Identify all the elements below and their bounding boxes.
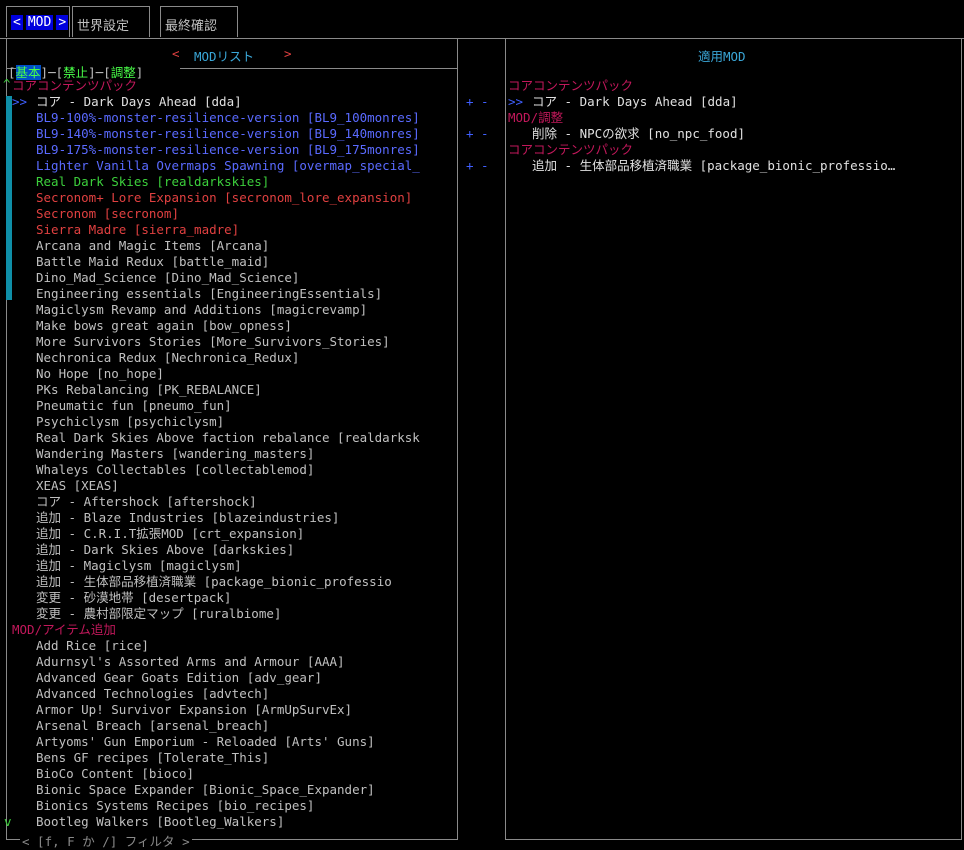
filter-hint[interactable]: < [f, F か /] フィルタ > — [20, 831, 192, 850]
active-mod-item[interactable]: コア - Dark Days Ahead [dda] — [532, 94, 738, 110]
mod-list-item[interactable]: Battle Maid Redux [battle_maid] — [36, 254, 269, 270]
mod-list-item[interactable]: Engineering essentials [EngineeringEssen… — [36, 286, 382, 302]
mod-list-item[interactable]: Arcana and Magic Items [Arcana] — [36, 238, 269, 254]
mod-list-item[interactable]: Arsenal Breach [arsenal_breach] — [36, 718, 269, 734]
mod-list-item[interactable]: Lighter Vanilla Overmaps Spawning [overm… — [36, 158, 420, 174]
scrollbar-thumb[interactable] — [6, 96, 12, 300]
scroll-up-indicator[interactable]: ^ — [3, 76, 11, 91]
mod-list-item[interactable]: Magiclysm Revamp and Additions [magicrev… — [36, 302, 367, 318]
mod-list-item[interactable]: Secronom [secronom] — [36, 206, 179, 222]
mod-list-item[interactable]: Make bows great again [bow_opness] — [36, 318, 292, 334]
mod-category-header: コアコンテンツパック — [12, 78, 138, 93]
mod-list-item[interactable]: Bens GF recipes [Tolerate_This] — [36, 750, 269, 766]
mod-list-item[interactable]: BL9-140%-monster-resilience-version [BL9… — [36, 126, 420, 142]
mod-list-item[interactable]: Nechronica Redux [Nechronica_Redux] — [36, 350, 299, 366]
mod-list-item[interactable]: Artyoms' Gun Emporium - Reloaded [Arts' … — [36, 734, 375, 750]
mod-list-item[interactable]: Real Dark Skies [realdarkskies] — [36, 174, 269, 190]
mod-list-item[interactable]: Pneumatic fun [pneumo_fun] — [36, 398, 232, 414]
tab-next-arrow[interactable]: > — [56, 15, 69, 30]
active-category-header: コアコンテンツパック — [508, 78, 634, 93]
active-mod-item[interactable]: 削除 - NPCの欲求 [no_npc_food] — [532, 126, 745, 142]
tab-mod-label: MOD — [25, 15, 54, 30]
mod-list-item[interactable]: Bionics Systems Recipes [bio_recipes] — [36, 798, 314, 814]
mod-list-item[interactable]: Whaleys Collectables [collectablemod] — [36, 462, 314, 478]
frame-divider-left — [457, 38, 458, 840]
reorder-control[interactable]: + - — [466, 126, 489, 142]
active-mod-item[interactable]: 追加 - 生体部品移植済職業 [package_bionic_professio… — [532, 158, 895, 174]
mod-list-item[interactable]: 追加 - 生体部品移植済職業 [package_bionic_professio — [36, 574, 392, 590]
frame-right — [961, 38, 962, 840]
mod-list-title: MODリスト — [194, 49, 255, 64]
mod-list-item[interactable]: Add Rice [rice] — [36, 638, 149, 654]
active-category-header: コアコンテンツパック — [508, 142, 634, 157]
mod-list-item[interactable]: Advanced Gear Goats Edition [adv_gear] — [36, 670, 322, 686]
mod-list-item[interactable]: Bionic Space Expander [Bionic_Space_Expa… — [36, 782, 375, 798]
mod-list-item[interactable]: XEAS [XEAS] — [36, 478, 119, 494]
mod-list-item[interactable]: BL9-100%-monster-resilience-version [BL9… — [36, 110, 420, 126]
mod-list-item[interactable]: Wandering Masters [wandering_masters] — [36, 446, 314, 462]
mod-category-header: MOD/アイテム追加 — [12, 622, 116, 637]
active-category-header: MOD/調整 — [508, 110, 564, 125]
mod-list-item[interactable]: No Hope [no_hope] — [36, 366, 164, 382]
mod-list-item[interactable]: 追加 - Magiclysm [magiclysm] — [36, 558, 242, 574]
tab-mod[interactable]: < MOD > — [6, 6, 70, 37]
mod-list-item[interactable]: 追加 - C.R.I.T拡張MOD [crt_expansion] — [36, 526, 304, 542]
filter-line-right — [180, 68, 457, 69]
active-mods-title: 適用MOD — [698, 49, 746, 64]
tab-prev-arrow[interactable]: < — [11, 15, 23, 30]
frame-top — [0, 38, 964, 39]
frame-bottom-right — [505, 839, 962, 840]
scroll-down-indicator[interactable]: v — [4, 814, 12, 829]
selection-cursor: >> — [12, 94, 28, 109]
mod-list-item[interactable]: PKs Rebalancing [PK_REBALANCE] — [36, 382, 262, 398]
mod-list-item[interactable]: Secronom+ Lore Expansion [secronom_lore_… — [36, 190, 412, 206]
active-selection-cursor: >> — [508, 94, 524, 109]
tab-final-confirm[interactable]: 最終確認 — [160, 6, 238, 37]
mod-list-prev[interactable]: < — [172, 46, 180, 61]
mod-list-item[interactable]: More Survivors Stories [More_Survivors_S… — [36, 334, 390, 350]
mod-list-item[interactable]: 変更 - 農村部限定マップ [ruralbiome] — [36, 606, 281, 622]
reorder-control[interactable]: + - — [466, 94, 489, 110]
mod-list-item[interactable]: Bootleg Walkers [Bootleg_Walkers] — [36, 814, 284, 830]
mod-list-item[interactable]: 変更 - 砂漠地帯 [desertpack] — [36, 590, 231, 606]
reorder-control[interactable]: + - — [466, 158, 489, 174]
mod-list-item[interactable]: Psychiclysm [psychiclysm] — [36, 414, 224, 430]
mod-list-item[interactable]: 追加 - Blaze Industries [blazeindustries] — [36, 510, 339, 526]
mod-list-item[interactable]: BL9-175%-monster-resilience-version [BL9… — [36, 142, 420, 158]
mod-list-item[interactable]: Real Dark Skies Above faction rebalance … — [36, 430, 420, 446]
tab-final-confirm-label: 最終確認 — [165, 19, 218, 34]
mod-list-item[interactable]: Sierra Madre [sierra_madre] — [36, 222, 239, 238]
mod-list-item[interactable]: Dino_Mad_Science [Dino_Mad_Science] — [36, 270, 299, 286]
mod-list-item[interactable]: コア - Dark Days Ahead [dda] — [36, 94, 242, 110]
mod-list-next[interactable]: > — [284, 46, 292, 61]
mod-list-item[interactable]: Adurnsyl's Assorted Arms and Armour [AAA… — [36, 654, 345, 670]
frame-divider-right — [505, 38, 506, 840]
mod-list-item[interactable]: コア - Aftershock [aftershock] — [36, 494, 257, 510]
tab-world-settings-label: 世界設定 — [77, 19, 130, 34]
mod-list-item[interactable]: BioCo Content [bioco] — [36, 766, 194, 782]
mod-list-item[interactable]: Armor Up! Survivor Expansion [ArmUpSurvE… — [36, 702, 352, 718]
mod-list-item[interactable]: Advanced Technologies [advtech] — [36, 686, 269, 702]
mod-list-item[interactable]: 追加 - Dark Skies Above [darkskies] — [36, 542, 294, 558]
tab-world-settings[interactable]: 世界設定 — [72, 6, 150, 37]
